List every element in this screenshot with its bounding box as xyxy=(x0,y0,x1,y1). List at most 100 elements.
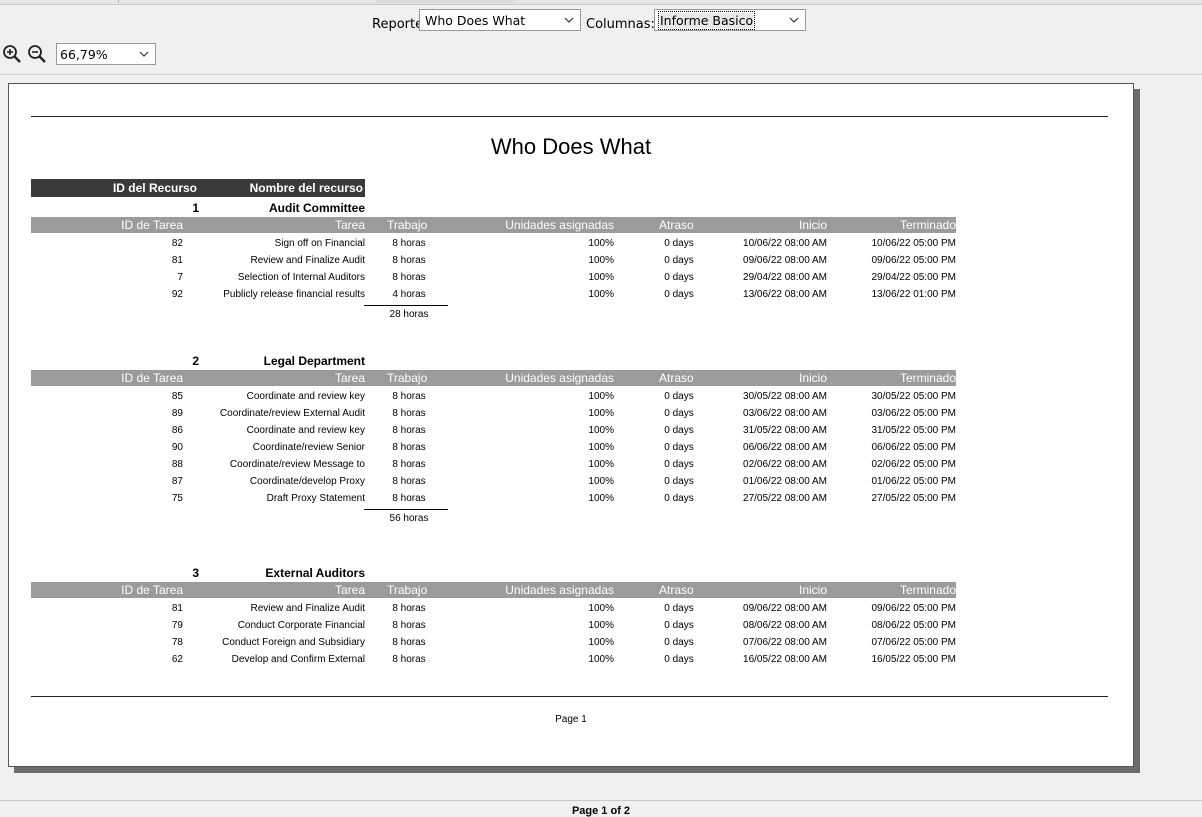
task-cell-work: 8 horas xyxy=(392,459,426,470)
task-cell-finish: 09/06/22 05:00 PM xyxy=(871,603,956,614)
task-cell-start: 09/06/22 08:00 AM xyxy=(743,603,827,614)
task-cell-work: 8 horas xyxy=(392,442,426,453)
task-cell-start: 07/06/22 08:00 AM xyxy=(743,637,827,648)
task-cell-units: 100% xyxy=(588,476,614,487)
column-header-finish: Terminado xyxy=(899,583,956,597)
task-cell-delay: 0 days xyxy=(664,238,694,249)
tab-left[interactable] xyxy=(0,0,119,3)
task-cell-id: 86 xyxy=(171,425,183,436)
column-header-delay: Atraso xyxy=(659,218,694,232)
task-cell-start: 16/05/22 08:00 AM xyxy=(743,654,827,665)
task-cell-delay: 0 days xyxy=(664,603,694,614)
work-subtotal: 56 horas xyxy=(389,513,429,524)
task-cell-id: 7 xyxy=(177,272,183,283)
print-preview-area[interactable]: Who Does What ID del Recurso Nombre del … xyxy=(0,75,1202,780)
task-cell-work: 8 horas xyxy=(392,238,426,249)
chevron-down-icon xyxy=(789,17,799,23)
column-header-delay: Atraso xyxy=(659,583,694,597)
task-cell-finish: 10/06/22 05:00 PM xyxy=(871,238,956,249)
zoom-toolbar: 66,79% xyxy=(0,40,1202,75)
zoom-out-icon[interactable] xyxy=(27,44,47,64)
task-cell-work: 8 horas xyxy=(392,255,426,266)
task-cell-start: 30/05/22 08:00 AM xyxy=(743,391,827,402)
column-header-delay: Atraso xyxy=(659,371,694,385)
reporte-select[interactable]: Who Does What xyxy=(419,9,581,31)
task-cell-finish: 07/06/22 05:00 PM xyxy=(871,637,956,648)
task-cell-units: 100% xyxy=(588,425,614,436)
task-cell-delay: 0 days xyxy=(664,289,694,300)
task-cell-finish: 27/05/22 05:00 PM xyxy=(871,493,956,504)
task-cell-work: 8 horas xyxy=(392,476,426,487)
task-cell-delay: 0 days xyxy=(664,637,694,648)
column-header-id: ID de Tarea xyxy=(121,218,183,232)
page-indicator: Page 1 of 2 xyxy=(571,805,631,817)
task-cell-id: 79 xyxy=(171,620,183,631)
column-header-units: Unidades asignadas xyxy=(505,371,614,385)
task-cell-units: 100% xyxy=(588,603,614,614)
task-cell-finish: 13/06/22 01:00 PM xyxy=(871,289,956,300)
task-cell-id: 62 xyxy=(171,654,183,665)
task-cell-finish: 03/06/22 05:00 PM xyxy=(871,408,956,419)
task-cell-work: 8 horas xyxy=(392,654,426,665)
task-cell-task: Sign off on Financial xyxy=(274,238,365,249)
task-cell-start: 31/05/22 08:00 AM xyxy=(743,425,827,436)
columnas-select[interactable]: Informe Basico xyxy=(654,9,806,31)
task-cell-id: 81 xyxy=(171,255,183,266)
task-cell-id: 90 xyxy=(171,442,183,453)
task-cell-units: 100% xyxy=(588,408,614,419)
task-cell-id: 85 xyxy=(171,391,183,402)
column-header-start: Inicio xyxy=(798,218,827,232)
task-cell-units: 100% xyxy=(588,637,614,648)
task-cell-work: 8 horas xyxy=(392,425,426,436)
task-cell-start: 02/06/22 08:00 AM xyxy=(743,459,827,470)
work-subtotal: 28 horas xyxy=(389,309,429,320)
task-cell-delay: 0 days xyxy=(664,476,694,487)
reporte-value: Who Does What xyxy=(425,13,526,28)
column-header-units: Unidades asignadas xyxy=(505,583,614,597)
task-cell-work: 8 horas xyxy=(392,408,426,419)
task-cell-finish: 31/05/22 05:00 PM xyxy=(871,425,956,436)
task-cell-start: 08/06/22 08:00 AM xyxy=(743,620,827,631)
group-name: Legal Department xyxy=(263,354,365,368)
task-cell-delay: 0 days xyxy=(664,620,694,631)
zoom-in-icon[interactable] xyxy=(2,44,22,64)
footer-rule xyxy=(31,696,1108,697)
task-cell-work: 8 horas xyxy=(392,637,426,648)
zoom-value: 66,79% xyxy=(60,47,108,62)
task-cell-task: Publicly release financial results xyxy=(223,289,365,300)
column-header-id: ID de Tarea xyxy=(121,583,183,597)
column-header-task: Tarea xyxy=(334,583,365,597)
task-column-header-bar: ID de Tarea Tarea Trabajo Unidades asignada… xyxy=(31,582,956,598)
task-cell-units: 100% xyxy=(588,238,614,249)
resource-name-header: Nombre del recurso xyxy=(249,181,363,195)
tab-active[interactable] xyxy=(376,0,516,3)
column-header-units: Unidades asignadas xyxy=(505,218,614,232)
subtotal-rule xyxy=(364,509,448,510)
columnas-value: Informe Basico xyxy=(657,11,756,30)
task-cell-start: 13/06/22 08:00 AM xyxy=(743,289,827,300)
task-cell-start: 03/06/22 08:00 AM xyxy=(743,408,827,419)
task-cell-finish: 29/04/22 05:00 PM xyxy=(871,272,956,283)
task-cell-delay: 0 days xyxy=(664,654,694,665)
task-cell-delay: 0 days xyxy=(664,493,694,504)
task-column-header-bar: ID de Tarea Tarea Trabajo Unidades asignada… xyxy=(31,370,956,386)
task-cell-finish: 30/05/22 05:00 PM xyxy=(871,391,956,402)
task-cell-start: 01/06/22 08:00 AM xyxy=(743,476,827,487)
task-cell-id: 92 xyxy=(171,289,183,300)
column-header-task: Tarea xyxy=(334,371,365,385)
task-cell-work: 8 horas xyxy=(392,272,426,283)
task-cell-units: 100% xyxy=(588,620,614,631)
status-bar: Page 1 of 2 xyxy=(0,800,1202,817)
task-cell-task: Coordinate/review Senior xyxy=(252,442,365,453)
zoom-select[interactable]: 66,79% xyxy=(56,43,156,65)
task-cell-delay: 0 days xyxy=(664,272,694,283)
task-cell-id: 75 xyxy=(171,493,183,504)
task-cell-task: Coordinate/review Message to xyxy=(229,459,365,470)
task-cell-finish: 09/06/22 05:00 PM xyxy=(871,255,956,266)
group-id: 1 xyxy=(192,201,199,215)
task-cell-units: 100% xyxy=(588,272,614,283)
task-cell-delay: 0 days xyxy=(664,391,694,402)
group-id: 2 xyxy=(192,354,199,368)
task-cell-start: 06/06/22 08:00 AM xyxy=(743,442,827,453)
task-cell-finish: 16/05/22 05:00 PM xyxy=(871,654,956,665)
